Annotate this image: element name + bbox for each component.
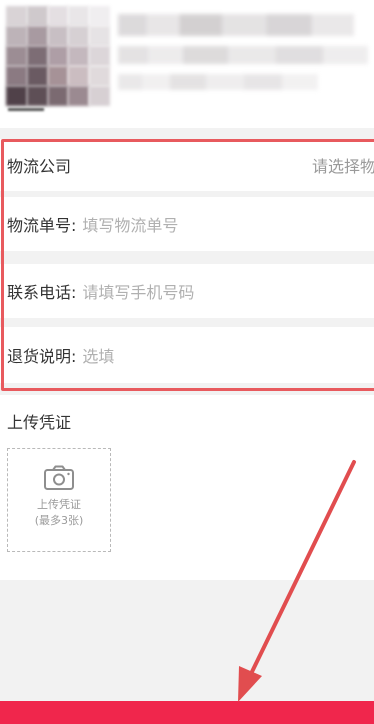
return-notes-row: 退货说明: 选填 — [0, 327, 374, 383]
contact-phone-input[interactable]: 请填写手机号码 — [82, 279, 194, 303]
submit-button[interactable] — [0, 701, 374, 724]
camera-icon — [44, 465, 74, 490]
upload-proof-button[interactable]: 上传凭证 (最多3张) — [7, 448, 111, 552]
upload-proof-title: 上传凭证 — [7, 413, 72, 432]
product-price-blurred — [118, 74, 318, 90]
return-notes-label: 退货说明: — [7, 347, 77, 366]
contact-phone-label: 联系电话: — [7, 283, 77, 302]
tracking-number-input[interactable]: 填写物流单号 — [82, 212, 178, 236]
tracking-number-label: 物流单号: — [7, 216, 77, 235]
logistics-form: 物流公司 请选择物 物流单号: 填写物流单号 联系电话: 请填写手机号码 退货说… — [0, 139, 374, 391]
upload-box-label: 上传凭证 — [37, 498, 81, 511]
return-logistics-page: 物流公司 请选择物 物流单号: 填写物流单号 联系电话: 请填写手机号码 退货说… — [0, 0, 374, 724]
product-detail-blurred — [118, 46, 368, 64]
upload-proof-section: 上传凭证 上传凭证 (最多3张) — [0, 395, 374, 580]
product-summary-blurred — [0, 0, 374, 128]
product-title-blurred — [118, 14, 354, 36]
logistics-company-row[interactable]: 物流公司 请选择物 — [0, 139, 374, 191]
return-notes-input[interactable]: 选填 — [82, 343, 114, 367]
tracking-number-row: 物流单号: 填写物流单号 — [0, 197, 374, 251]
upload-box-limit: (最多3张) — [34, 514, 84, 527]
header-underline — [8, 108, 44, 111]
logistics-company-select[interactable]: 请选择物 — [312, 153, 374, 177]
product-image-blurred — [6, 6, 110, 106]
logistics-company-label: 物流公司 — [7, 157, 72, 176]
contact-phone-row: 联系电话: 请填写手机号码 — [0, 264, 374, 318]
